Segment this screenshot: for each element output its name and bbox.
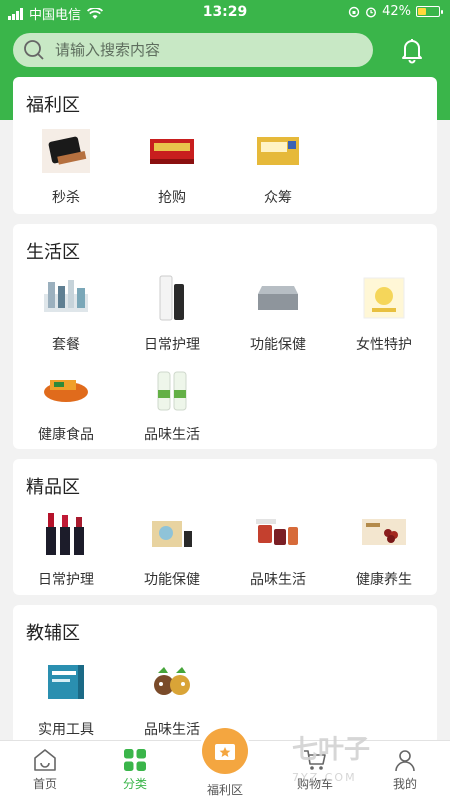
home-icon [34, 749, 56, 771]
status-right: 42% [348, 4, 443, 19]
category-label: 秒杀 [52, 190, 80, 206]
category-label: 健康食品 [38, 427, 94, 443]
gift-box-product-icon [150, 139, 194, 164]
battery-icon [416, 6, 443, 17]
cosmetics-product-icon [159, 275, 184, 321]
category-item[interactable]: 品味生活 [119, 362, 225, 444]
bell-icon[interactable] [398, 36, 426, 64]
food-product-icon [44, 380, 88, 402]
gift-icon [215, 744, 235, 760]
category-item[interactable]: 实用工具 [13, 657, 119, 739]
category-label: 品味生活 [144, 427, 200, 443]
dates-box-product-icon [362, 519, 406, 545]
welfare-bubble [202, 728, 248, 774]
search-icon [24, 40, 44, 60]
tab-home[interactable]: 首页 [0, 741, 90, 800]
supplement-box-product-icon [257, 137, 299, 165]
category-item[interactable]: 功能保健 [225, 272, 331, 354]
mattress-product-icon [258, 286, 298, 310]
category-item[interactable]: 众筹 [225, 125, 331, 207]
category-label: 功能保健 [250, 337, 306, 353]
search-bar[interactable] [13, 33, 373, 67]
category-label: 健康养生 [356, 572, 412, 588]
site-watermark: 七叶子 7YZ.COM [292, 736, 442, 792]
category-label: 众筹 [264, 190, 292, 206]
bundle-product-icon [44, 280, 88, 312]
category-item[interactable]: 秒杀 [13, 125, 119, 207]
section-education: 教辅区 实用工具 品味生活 [13, 605, 437, 745]
lipstick-product-icon [46, 513, 84, 555]
category-item[interactable]: 套餐 [13, 272, 119, 354]
battery-fill [418, 8, 426, 15]
category-label: 实用工具 [38, 722, 94, 738]
category-item[interactable]: 品味生活 [225, 507, 331, 589]
bottles-product-icon [157, 371, 187, 411]
grid-icon [124, 749, 146, 771]
search-input[interactable] [55, 41, 373, 59]
category-item[interactable]: 品味生活 [119, 657, 225, 739]
category-item[interactable]: 功能保健 [119, 507, 225, 589]
rotation-lock-icon [348, 6, 360, 17]
category-item[interactable]: 健康养生 [331, 507, 437, 589]
section-life: 生活区 套餐 日常护理 功能保健 女性特护 健康食品 品味生活 [13, 224, 437, 449]
section-title: 精品区 [26, 477, 80, 498]
tab-label: 分类 [122, 777, 147, 791]
tab-category[interactable]: 分类 [90, 741, 180, 800]
section-title: 生活区 [26, 242, 80, 263]
battery-percent: 42% [382, 4, 411, 19]
tab-label: 首页 [32, 777, 57, 791]
category-label: 抢购 [158, 190, 186, 206]
watermark-text: 七叶子 [292, 735, 371, 765]
category-item[interactable]: 日常护理 [119, 272, 225, 354]
category-item[interactable]: 日常护理 [13, 507, 119, 589]
section-premium: 精品区 日常护理 功能保健 品味生活 健康养生 [13, 459, 437, 595]
section-title: 福利区 [26, 95, 80, 116]
category-item[interactable]: 抢购 [119, 125, 225, 207]
category-label: 品味生活 [250, 572, 306, 588]
toys-product-icon [154, 667, 190, 695]
sanitary-pad-product-icon [363, 277, 405, 319]
jars-product-icon [256, 519, 298, 545]
section-welfare: 福利区 秒杀 抢购 众筹 [13, 77, 437, 214]
health-box-product-icon [152, 521, 192, 547]
tab-welfare[interactable]: 福利区 [180, 728, 270, 800]
tab-label: 福利区 [206, 783, 243, 797]
category-label: 功能保健 [144, 572, 200, 588]
status-bar: 中国电信 13:29 42% [0, 0, 450, 26]
category-label: 女性特护 [356, 337, 412, 353]
category-item[interactable]: 女性特护 [331, 272, 437, 354]
category-label: 日常护理 [38, 572, 94, 588]
category-label: 套餐 [52, 337, 80, 353]
watch-product-icon [42, 129, 90, 173]
books-product-icon [48, 665, 84, 699]
section-title: 教辅区 [26, 623, 80, 644]
category-label: 日常护理 [144, 337, 200, 353]
watermark-sub: 7YZ.COM [292, 771, 357, 784]
alarm-icon [366, 6, 377, 18]
category-item[interactable]: 健康食品 [13, 362, 119, 444]
